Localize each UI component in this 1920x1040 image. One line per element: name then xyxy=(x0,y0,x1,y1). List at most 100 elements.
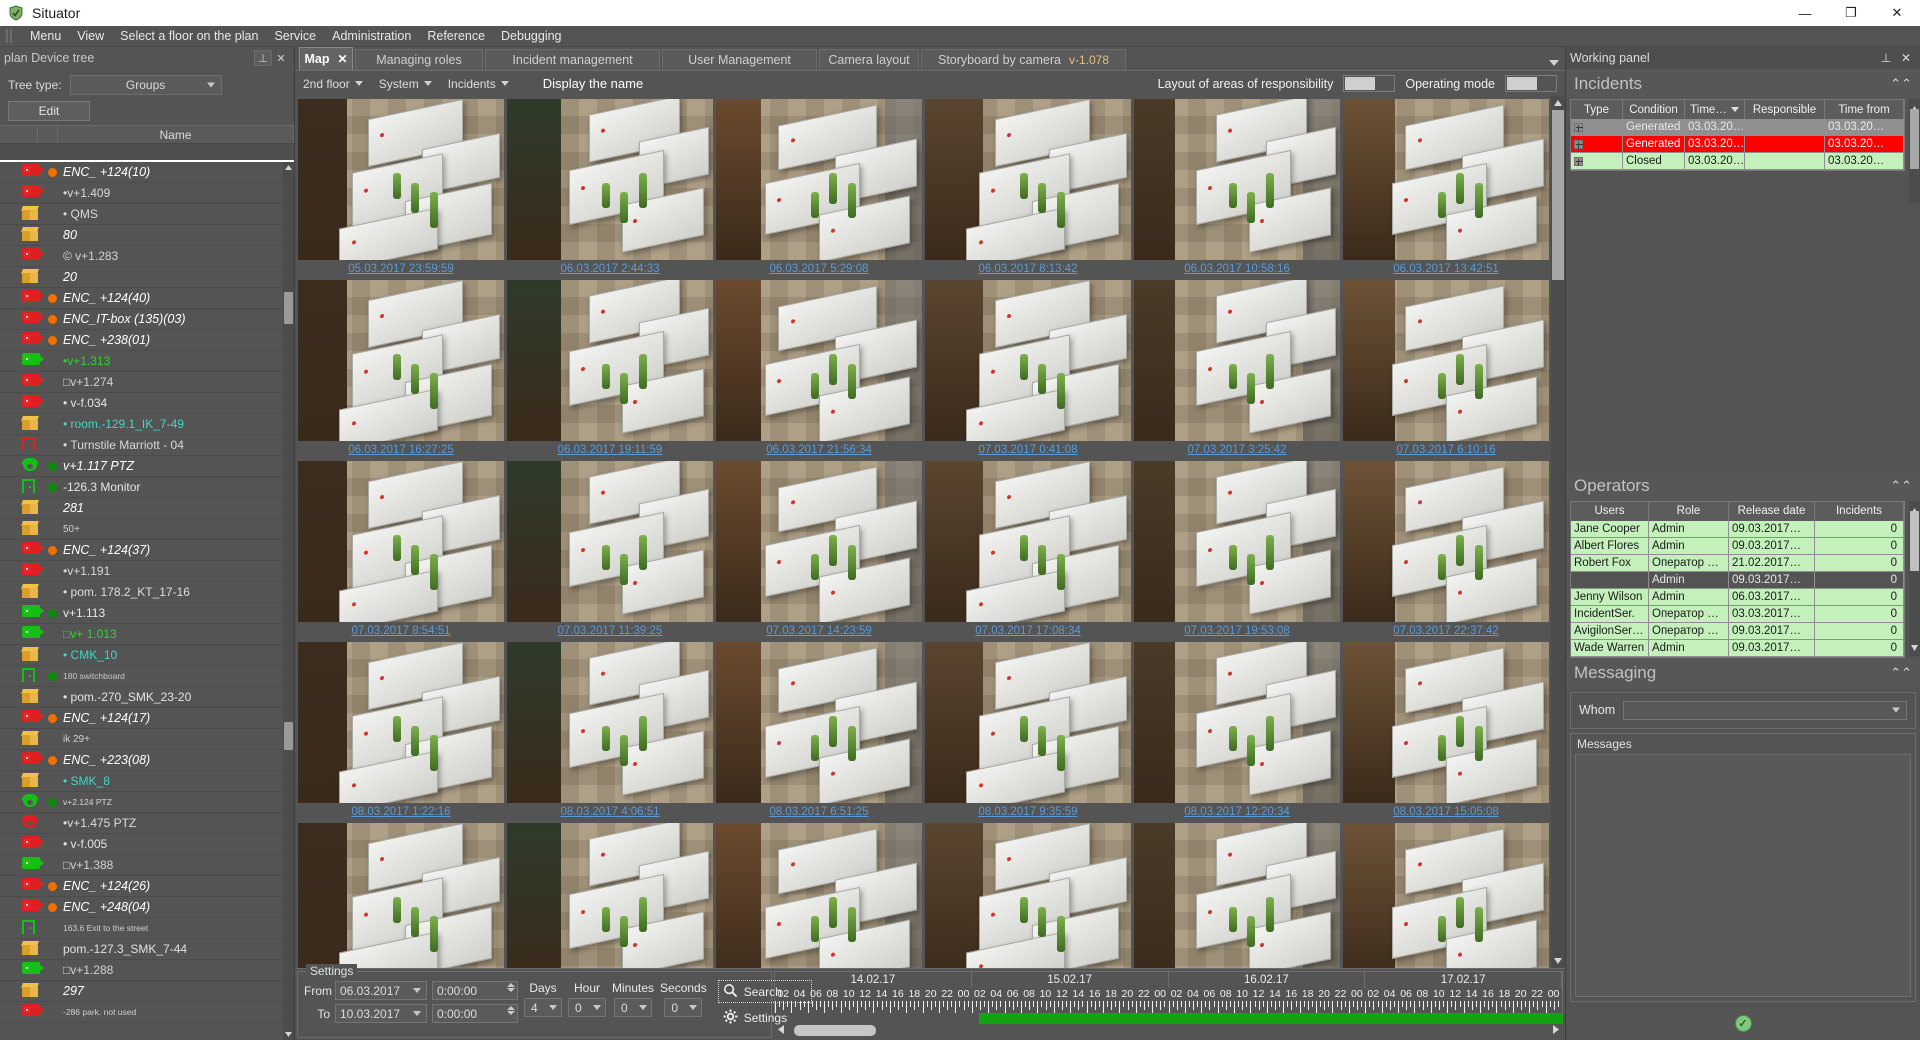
scroll-up-arrow-icon[interactable] xyxy=(1551,96,1565,110)
storyboard-cell[interactable]: 07.03.2017 3:25:42 xyxy=(1134,280,1340,458)
storyboard-cell[interactable] xyxy=(298,823,504,968)
camera-thumbnail[interactable] xyxy=(507,280,713,441)
tree-node[interactable]: 50+ xyxy=(0,519,294,540)
tab-camera-layout[interactable]: Camera layout xyxy=(819,49,919,70)
camera-thumbnail[interactable] xyxy=(298,642,504,803)
hour-select[interactable]: 0 xyxy=(568,998,606,1017)
thumbnail-timestamp[interactable]: 07.03.2017 11:39:25 xyxy=(507,622,713,639)
camera-thumbnail[interactable] xyxy=(1343,280,1549,441)
incidents-col-time[interactable]: Time… xyxy=(1685,100,1745,119)
tab-close-icon[interactable]: ✕ xyxy=(337,52,347,66)
tree-node[interactable]: • Turnstile Marriott - 04 xyxy=(0,435,294,456)
thumbnail-timestamp[interactable]: 07.03.2017 3:25:42 xyxy=(1134,441,1340,458)
tab-map[interactable]: Map✕ xyxy=(299,47,353,70)
thumbnail-timestamp[interactable]: 08.03.2017 15:05:08 xyxy=(1343,803,1549,820)
to-date-input[interactable]: 10.03.2017 xyxy=(335,1004,427,1023)
thumbnail-timestamp[interactable]: 08.03.2017 9:35:59 xyxy=(925,803,1131,820)
thumbnail-timestamp[interactable]: 06.03.2017 8:13:42 xyxy=(925,260,1131,277)
camera-thumbnail[interactable] xyxy=(1134,461,1340,622)
from-time-stepper[interactable] xyxy=(507,983,515,992)
incidents-scrollbar-thumb[interactable] xyxy=(1910,109,1919,169)
expand-icon[interactable] xyxy=(1574,140,1583,149)
storyboard-cell[interactable]: 08.03.2017 12:20:34 xyxy=(1134,642,1340,820)
camera-thumbnail[interactable] xyxy=(716,461,922,622)
tree-scrollbar-thumb-2[interactable] xyxy=(284,722,293,750)
tree-node[interactable]: • v-f.005 xyxy=(0,834,294,855)
camera-thumbnail[interactable] xyxy=(1343,823,1549,968)
operators-col-releasedate[interactable]: Release date xyxy=(1729,502,1815,521)
tab-storyboard-by-camera[interactable]: Storyboard by camerav-1.078 xyxy=(921,49,1126,70)
thumbnail-timestamp[interactable]: 06.03.2017 19:11:59 xyxy=(507,441,713,458)
thumbnail-timestamp[interactable]: 06.03.2017 5:29:08 xyxy=(716,260,922,277)
camera-thumbnail[interactable] xyxy=(925,461,1131,622)
incident-row[interactable]: Generated03.03.20…03.03.20… xyxy=(1571,136,1904,153)
chevron-down-icon[interactable] xyxy=(1549,60,1559,66)
scroll-left-arrow-icon[interactable] xyxy=(778,1025,784,1036)
to-time-stepper[interactable] xyxy=(507,1006,515,1015)
camera-thumbnail[interactable] xyxy=(925,642,1131,803)
menu-drag-grip[interactable] xyxy=(6,29,16,43)
messages-textarea[interactable] xyxy=(1575,754,1911,998)
operator-row[interactable]: Albert FloresAdmin09.03.2017…0 xyxy=(1571,538,1904,555)
menu-item-view[interactable]: View xyxy=(69,27,112,45)
thumbnail-timestamp[interactable]: 05.03.2017 23:59:59 xyxy=(298,260,504,277)
tree-node[interactable]: ENC_ +223(08) xyxy=(0,750,294,771)
storyboard-cell[interactable]: 06.03.2017 19:11:59 xyxy=(507,280,713,458)
tree-node[interactable]: v+1.113 xyxy=(0,603,294,624)
scroll-down-arrow-icon[interactable] xyxy=(1551,954,1565,968)
camera-thumbnail[interactable] xyxy=(507,642,713,803)
camera-thumbnail[interactable] xyxy=(507,823,713,968)
storyboard-cell[interactable]: 07.03.2017 19:53:08 xyxy=(1134,461,1340,639)
camera-thumbnail[interactable] xyxy=(1134,280,1340,441)
tree-col-name[interactable]: Name xyxy=(58,126,294,143)
storyboard-cell[interactable]: 07.03.2017 14:23:59 xyxy=(716,461,922,639)
storyboard-cell[interactable]: 08.03.2017 1:22:16 xyxy=(298,642,504,820)
tree-col-state[interactable] xyxy=(38,126,58,143)
check-circle-icon[interactable]: ✓ xyxy=(1735,1015,1752,1032)
thumbnail-timestamp[interactable]: 07.03.2017 22:37:42 xyxy=(1343,622,1549,639)
camera-thumbnail[interactable] xyxy=(1134,642,1340,803)
tree-node[interactable]: ENC_ +124(10) xyxy=(0,162,294,183)
tree-scrollbar-thumb[interactable] xyxy=(284,292,293,324)
expand-icon[interactable] xyxy=(1574,123,1583,132)
from-date-input[interactable]: 06.03.2017 xyxy=(335,981,427,1000)
storyboard-cell[interactable]: 08.03.2017 9:35:59 xyxy=(925,642,1131,820)
expand-icon[interactable] xyxy=(1574,157,1583,166)
tree-node[interactable]: •v+1.409 xyxy=(0,183,294,204)
from-time-input[interactable]: 0:00:00 xyxy=(432,981,518,1000)
operators-scrollbar[interactable] xyxy=(1909,501,1920,656)
camera-thumbnail[interactable] xyxy=(1134,823,1340,968)
storyboard-cell[interactable]: 07.03.2017 22:37:42 xyxy=(1343,461,1549,639)
camera-thumbnail[interactable] xyxy=(925,280,1131,441)
tab-user-management[interactable]: User Management xyxy=(662,49,817,70)
seconds-select[interactable]: 0 xyxy=(664,998,702,1017)
pin-icon[interactable]: ⊥ xyxy=(1876,51,1896,65)
scroll-down-arrow-icon[interactable] xyxy=(283,1029,294,1040)
tree-node[interactable]: □v+ 1.013 xyxy=(0,624,294,645)
storyboard-cell[interactable]: 07.03.2017 11:39:25 xyxy=(507,461,713,639)
incidents-col-type[interactable]: Type xyxy=(1571,100,1623,119)
thumbnail-timestamp[interactable]: 07.03.2017 14:23:59 xyxy=(716,622,922,639)
operators-col-role[interactable]: Role xyxy=(1649,502,1729,521)
scroll-up-arrow-icon[interactable] xyxy=(283,162,294,173)
chevron-up-icon[interactable]: ⌃⌃ xyxy=(1890,665,1912,681)
storyboard-cell[interactable]: 07.03.2017 8:54:51 xyxy=(298,461,504,639)
tree-col-icon[interactable] xyxy=(0,126,38,143)
tree-node[interactable]: 180 switchboard xyxy=(0,666,294,687)
close-icon[interactable]: ✕ xyxy=(1896,51,1916,65)
storyboard-scrollbar[interactable] xyxy=(1551,96,1565,968)
tree-node[interactable]: © v+1.283 xyxy=(0,246,294,267)
storyboard-cell[interactable]: 07.03.2017 17:08:34 xyxy=(925,461,1131,639)
tree-node[interactable]: • SMK_8 xyxy=(0,771,294,792)
incident-row[interactable]: Generated03.03.20…03.03.20… xyxy=(1571,119,1904,136)
operator-row[interactable]: AvigilonSer…Оператор …09.03.2017…0 xyxy=(1571,623,1904,640)
tree-node[interactable]: -126.3 Monitor xyxy=(0,477,294,498)
tree-node[interactable]: ENC_ +124(40) xyxy=(0,288,294,309)
thumbnail-timestamp[interactable]: 06.03.2017 10:58:16 xyxy=(1134,260,1340,277)
storyboard-cell[interactable]: 07.03.2017 6:10:16 xyxy=(1343,280,1549,458)
incidents-col-condition[interactable]: Condition xyxy=(1623,100,1685,119)
menu-item-administration[interactable]: Administration xyxy=(324,27,419,45)
operator-row[interactable]: Admin09.03.2017…0 xyxy=(1571,572,1904,589)
tree-node[interactable]: • QMS xyxy=(0,204,294,225)
thumbnail-timestamp[interactable]: 07.03.2017 17:08:34 xyxy=(925,622,1131,639)
